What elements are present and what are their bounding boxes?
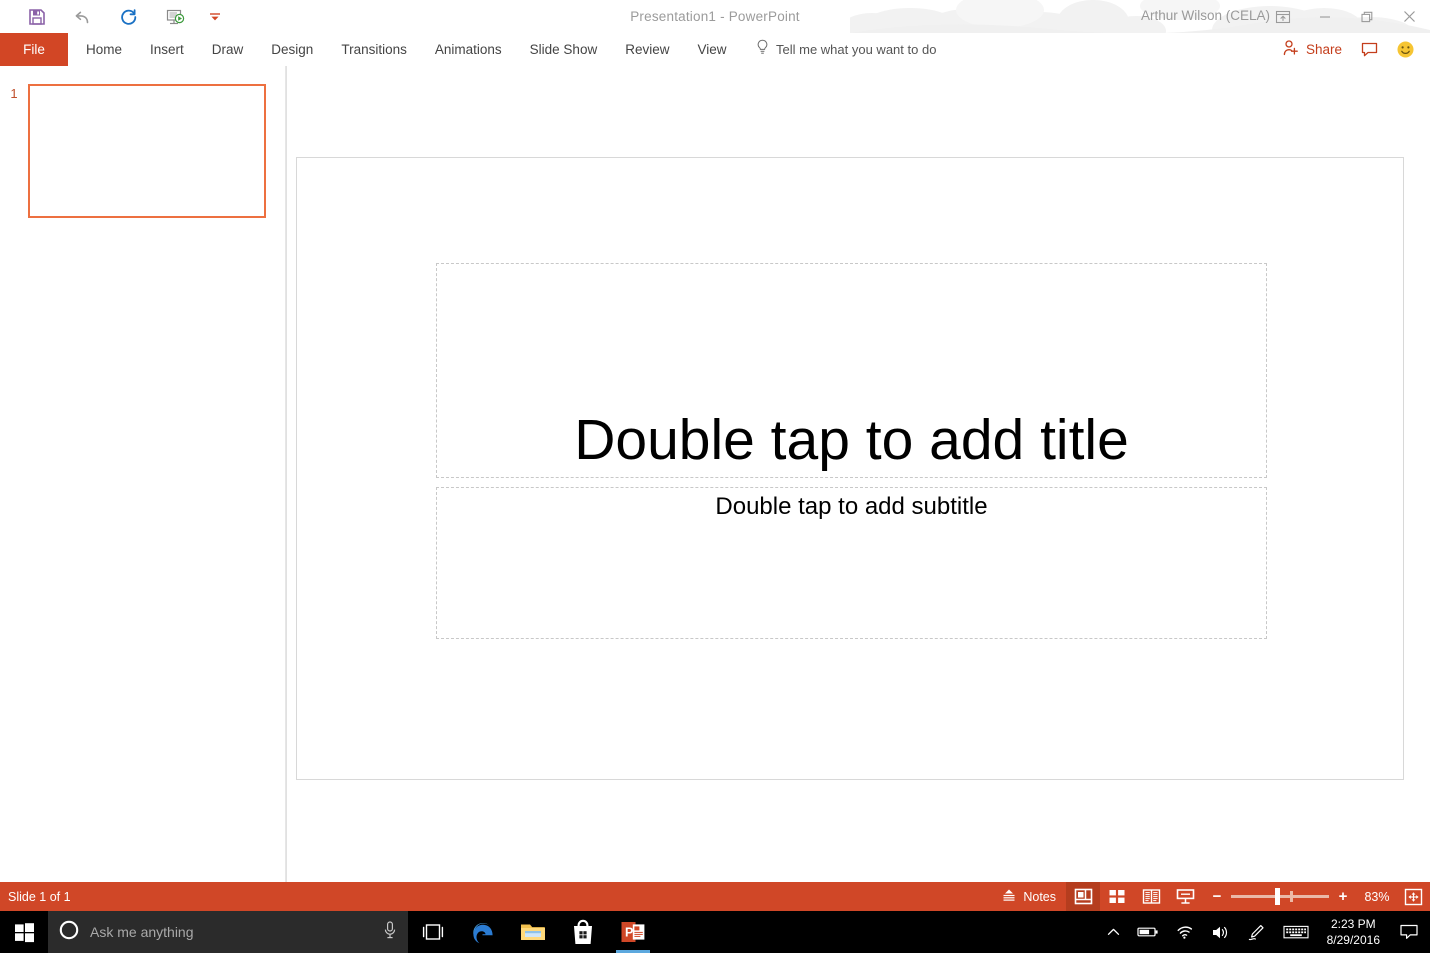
tell-me-search[interactable]: Tell me what you want to do bbox=[756, 33, 936, 66]
ribbon-display-options-button[interactable] bbox=[1262, 0, 1304, 33]
share-label: Share bbox=[1305, 42, 1342, 57]
zoom-level-label[interactable]: 83% bbox=[1358, 890, 1396, 904]
share-button[interactable]: Share bbox=[1274, 36, 1350, 64]
clock-time: 2:23 PM bbox=[1330, 916, 1376, 931]
zoom-control: − + bbox=[1202, 882, 1358, 911]
tab-design[interactable]: Design bbox=[257, 33, 327, 66]
title-placeholder[interactable]: Double tap to add title bbox=[436, 263, 1267, 478]
comments-button[interactable] bbox=[1352, 36, 1386, 64]
thumbnail-number: 1 bbox=[10, 86, 18, 101]
battery-icon[interactable] bbox=[1129, 911, 1167, 953]
microphone-icon[interactable] bbox=[382, 920, 398, 945]
volume-icon[interactable] bbox=[1203, 911, 1239, 953]
action-center-button[interactable] bbox=[1390, 911, 1428, 953]
tab-review[interactable]: Review bbox=[611, 33, 683, 66]
notes-button[interactable]: Notes bbox=[991, 882, 1066, 911]
zoom-out-button[interactable]: − bbox=[1206, 882, 1228, 911]
subtitle-placeholder[interactable]: Double tap to add subtitle bbox=[436, 487, 1267, 639]
restore-button[interactable] bbox=[1346, 0, 1388, 33]
pen-ink-workspace-icon[interactable] bbox=[1239, 911, 1275, 953]
tab-draw[interactable]: Draw bbox=[198, 33, 258, 66]
lightbulb-icon bbox=[756, 39, 769, 61]
tab-insert[interactable]: Insert bbox=[136, 33, 198, 66]
taskbar-app-powerpoint[interactable]: P bbox=[608, 911, 658, 953]
thumbnail-panel-scrollbar[interactable] bbox=[285, 66, 286, 882]
cortana-circle-icon bbox=[58, 919, 80, 946]
start-slideshow-button[interactable] bbox=[152, 2, 198, 32]
customize-quick-access-button[interactable] bbox=[198, 2, 232, 32]
tab-transitions[interactable]: Transitions bbox=[327, 33, 421, 66]
task-view-button[interactable] bbox=[408, 911, 458, 953]
powerpoint-window: Presentation1 - PowerPoint Arthur Wilson… bbox=[0, 0, 1430, 953]
slide-thumbnail-1[interactable] bbox=[28, 84, 266, 218]
show-hidden-icons-button[interactable] bbox=[1098, 911, 1129, 953]
search-input[interactable]: Ask me anything bbox=[90, 924, 372, 940]
clock-date: 8/29/2016 bbox=[1326, 933, 1380, 947]
touch-keyboard-icon[interactable] bbox=[1275, 911, 1317, 953]
wifi-icon[interactable] bbox=[1167, 911, 1203, 953]
save-button[interactable] bbox=[14, 2, 60, 32]
close-button[interactable] bbox=[1388, 0, 1430, 33]
tell-me-placeholder: Tell me what you want to do bbox=[776, 42, 937, 57]
slide-thumbnail-panel: 1 bbox=[0, 66, 287, 882]
status-bar: Slide 1 of 1 Notes − + 83% bbox=[0, 882, 1430, 911]
tab-file[interactable]: File bbox=[0, 33, 68, 66]
tab-home[interactable]: Home bbox=[72, 33, 136, 66]
ribbon-tabs: Home Insert Draw Design Transitions Anim… bbox=[72, 33, 741, 66]
thumbnail-item[interactable]: 1 bbox=[0, 84, 266, 218]
slide-counter[interactable]: Slide 1 of 1 bbox=[0, 890, 71, 904]
view-reading-button[interactable] bbox=[1134, 882, 1168, 911]
quick-access-toolbar bbox=[0, 0, 232, 33]
tab-animations[interactable]: Animations bbox=[421, 33, 516, 66]
slide-canvas[interactable]: Double tap to add title Double tap to ad… bbox=[296, 157, 1404, 780]
zoom-in-button[interactable]: + bbox=[1332, 882, 1354, 911]
feedback-smiley-button[interactable] bbox=[1388, 36, 1422, 64]
view-normal-button[interactable] bbox=[1066, 882, 1100, 911]
person-add-icon bbox=[1282, 39, 1300, 60]
notes-label: Notes bbox=[1023, 889, 1056, 904]
fit-slide-to-window-button[interactable] bbox=[1396, 882, 1430, 911]
cortana-search-box[interactable]: Ask me anything bbox=[48, 911, 408, 953]
zoom-slider-tick bbox=[1290, 891, 1293, 902]
windows-taskbar: Ask me anything P 2:23 PM 8/29/2016 bbox=[0, 911, 1430, 953]
ribbon-right-actions: Share bbox=[1274, 33, 1422, 66]
status-bar-right: Notes − + 83% bbox=[991, 882, 1430, 911]
taskbar-app-microsoft-store[interactable] bbox=[558, 911, 608, 953]
tab-slide-show[interactable]: Slide Show bbox=[516, 33, 612, 66]
clock[interactable]: 2:23 PM 8/29/2016 bbox=[1317, 911, 1390, 953]
taskbar-app-file-explorer[interactable] bbox=[508, 911, 558, 953]
taskbar-app-edge[interactable] bbox=[458, 911, 508, 953]
zoom-slider[interactable] bbox=[1231, 888, 1329, 905]
undo-button[interactable] bbox=[60, 2, 106, 32]
title-placeholder-text: Double tap to add title bbox=[574, 408, 1129, 473]
redo-button[interactable] bbox=[106, 2, 152, 32]
view-slide-show-button[interactable] bbox=[1168, 882, 1202, 911]
ribbon-tab-bar: File Home Insert Draw Design Transitions… bbox=[0, 33, 1430, 66]
account-name: Arthur Wilson (CELA) bbox=[1140, 8, 1270, 23]
zoom-slider-handle[interactable] bbox=[1275, 888, 1280, 905]
tab-view[interactable]: View bbox=[683, 33, 740, 66]
title-bar: Presentation1 - PowerPoint Arthur Wilson… bbox=[0, 0, 1430, 33]
system-tray: 2:23 PM 8/29/2016 bbox=[1098, 911, 1430, 953]
view-slide-sorter-button[interactable] bbox=[1100, 882, 1134, 911]
subtitle-placeholder-text: Double tap to add subtitle bbox=[715, 493, 988, 520]
slide-editing-area: Double tap to add title Double tap to ad… bbox=[288, 66, 1430, 882]
minimize-button[interactable] bbox=[1304, 0, 1346, 33]
window-controls bbox=[1262, 0, 1430, 33]
notes-icon bbox=[1001, 888, 1017, 906]
svg-text:P: P bbox=[625, 926, 633, 940]
start-button[interactable] bbox=[0, 911, 48, 953]
